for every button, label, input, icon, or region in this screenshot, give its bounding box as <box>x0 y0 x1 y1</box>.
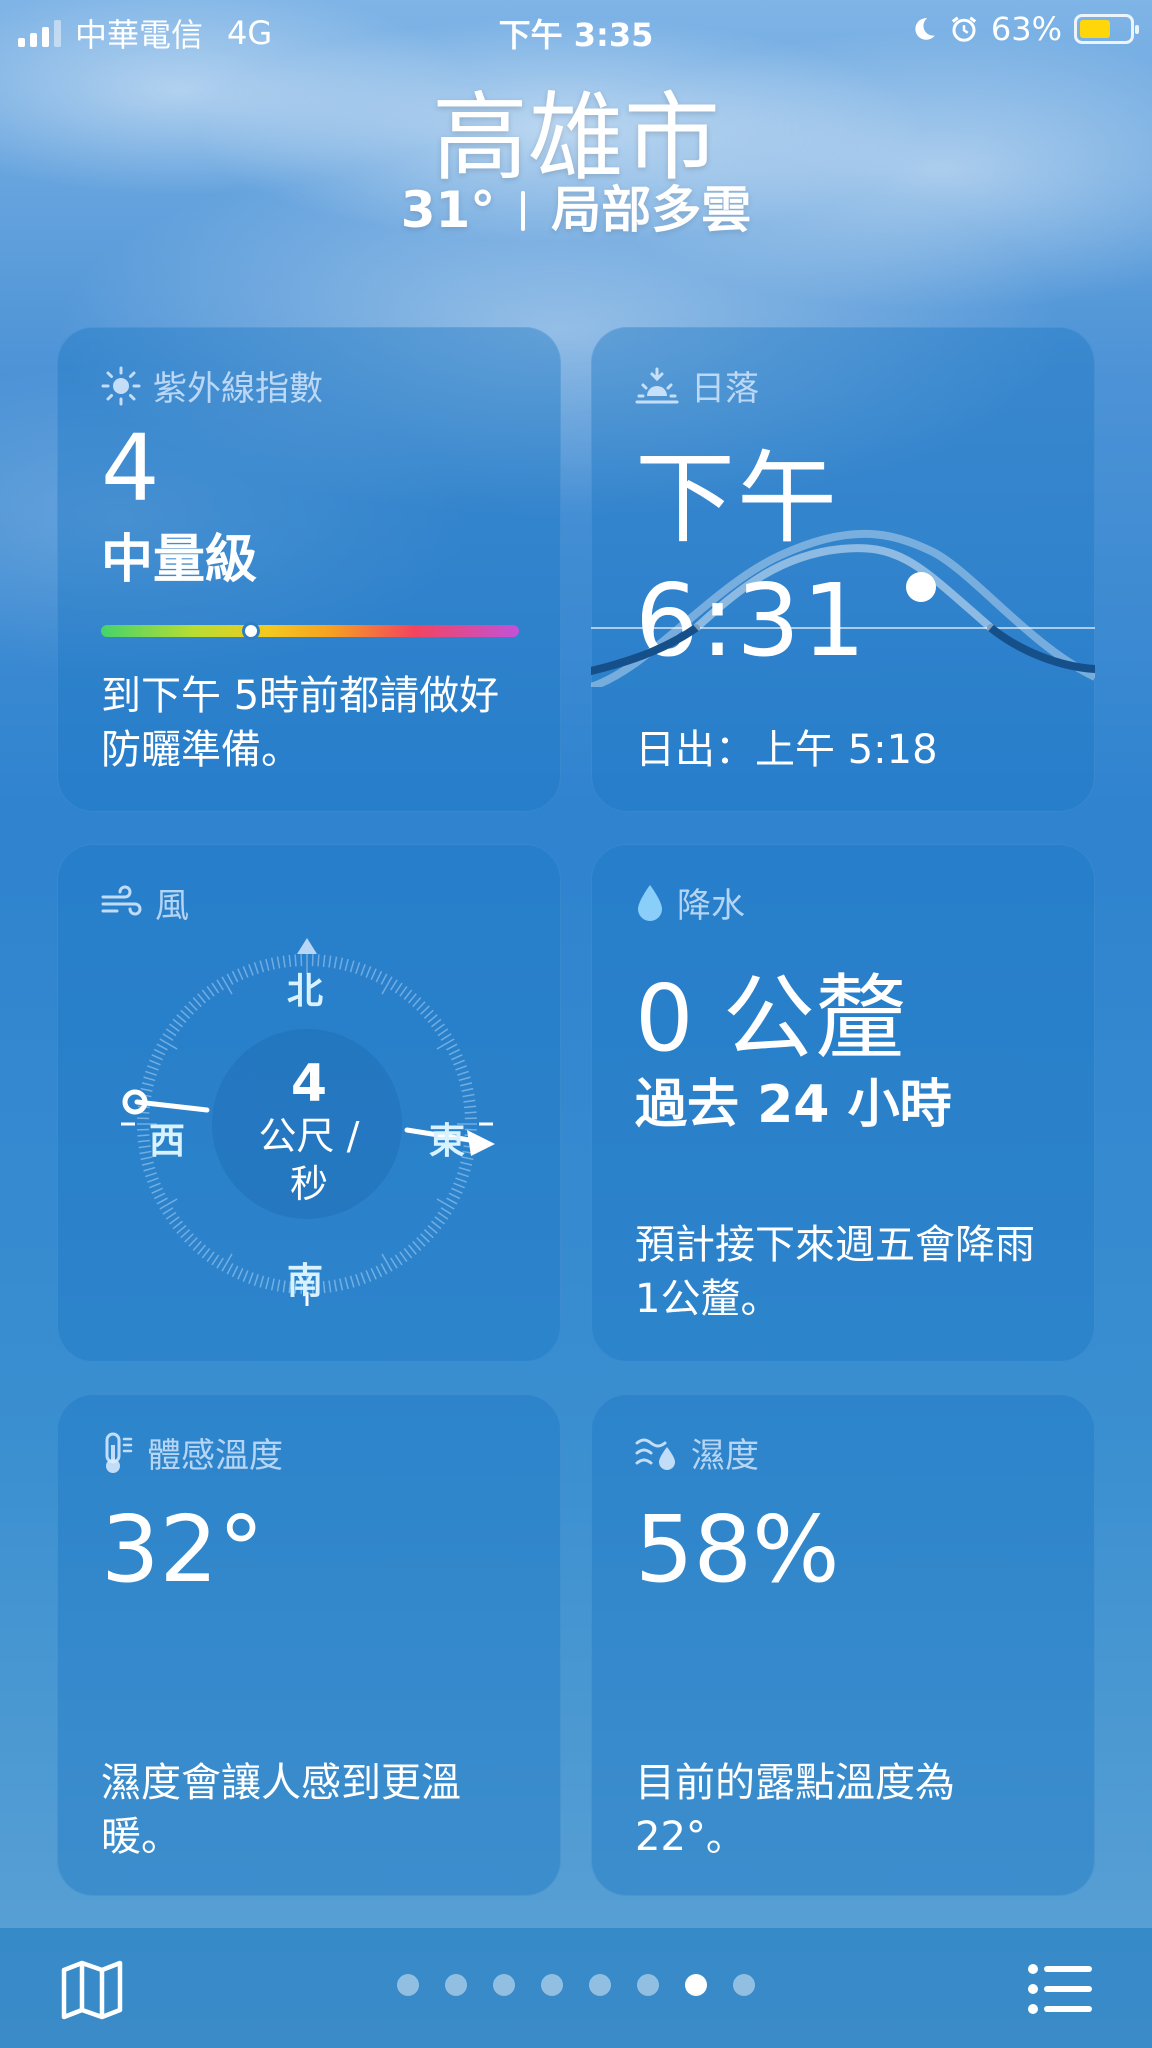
page-dot[interactable] <box>637 1974 659 1996</box>
sun-position-marker <box>906 572 936 602</box>
wind-card[interactable]: 風 北 南 東 西 4 公尺 / 秒 <box>57 844 561 1362</box>
wind-unit-text: 公尺 / 秒 <box>258 1114 360 1206</box>
sun-icon <box>101 366 141 405</box>
current-temperature: 31° <box>400 181 496 239</box>
bottom-toolbar <box>0 1928 1152 2048</box>
city-list-button[interactable] <box>1028 1964 1092 2018</box>
sun-path-graph <box>591 529 1095 687</box>
uv-card-header: 紫外線指數 <box>101 361 323 410</box>
humidity-icon <box>635 1438 675 1470</box>
feels-like-value: 32° <box>101 1496 265 1603</box>
uv-description: 到下午 5時前都請做好防曬準備。 <box>101 673 500 773</box>
compass-north-label: 北 <box>287 971 324 1012</box>
page-dot[interactable] <box>541 1974 563 1996</box>
precip-description: 預計接下來週五會降雨1公釐。 <box>635 1222 1035 1322</box>
compass-west-label: 西 <box>149 1121 186 1162</box>
precip-card-title: 降水 <box>677 886 745 926</box>
sunset-card-title: 日落 <box>691 369 759 409</box>
humidity-card-title: 濕度 <box>691 1436 759 1476</box>
precipitation-card[interactable]: 降水 0 公釐 過去 24 小時 預計接下來週五會降雨1公釐。 <box>591 844 1095 1362</box>
uv-value: 4 <box>101 415 160 522</box>
raindrop-icon <box>638 884 662 921</box>
page-dot[interactable] <box>445 1974 467 1996</box>
uv-card-title: 紫外線指數 <box>153 369 323 409</box>
moon-icon <box>915 18 935 40</box>
wind-speed-unit: 公尺 / 秒 <box>249 1112 369 1208</box>
precip-card-header: 降水 <box>635 878 745 927</box>
current-conditions: 31° 局部多雲 <box>0 170 1152 242</box>
sunset-card-header: 日落 <box>635 361 759 410</box>
status-bar: 中華電信 4G 下午 3:35 63% <box>0 0 1152 60</box>
status-right: 63% <box>911 10 1139 48</box>
precip-period: 過去 24 小時 <box>635 1075 952 1135</box>
wind-card-title: 風 <box>155 886 189 926</box>
precip-amount: 0 公釐 <box>635 965 907 1072</box>
humidity-description: 目前的露點溫度為22°。 <box>635 1760 955 1860</box>
sunrise-time: 日出：上午 5:18 <box>635 727 938 773</box>
compass-south-label: 南 <box>287 1261 324 1302</box>
thermometer-icon <box>105 1432 133 1473</box>
page-dot[interactable] <box>733 1974 755 1996</box>
sunset-icon <box>635 367 679 403</box>
feels-like-description: 濕度會讓人感到更溫暖。 <box>101 1760 461 1860</box>
humidity-card-header: 濕度 <box>635 1428 759 1477</box>
humidity-value: 58% <box>635 1496 840 1603</box>
wind-speed-value: 4 <box>290 1054 328 1114</box>
feels-card-title: 體感溫度 <box>147 1436 283 1476</box>
divider <box>521 191 526 231</box>
list-icon <box>1028 1964 1092 2014</box>
page-indicator[interactable] <box>0 1974 1152 1996</box>
sunset-card[interactable]: 日落 下午 6:31 日出：上午 5:18 <box>591 327 1095 812</box>
condition-text: 局部多雲 <box>551 181 752 239</box>
uv-index-card[interactable]: 紫外線指數 4 中量級 到下午 5時前都請做好防曬準備。 <box>57 327 561 812</box>
alarm-icon <box>951 16 977 42</box>
compass-east-label: 東 <box>429 1121 466 1162</box>
battery-icon <box>1074 14 1139 44</box>
uv-scale-bar <box>101 622 519 640</box>
feels-card-header: 體感溫度 <box>101 1428 283 1477</box>
page-dot[interactable] <box>589 1974 611 1996</box>
page-dot[interactable] <box>493 1974 515 1996</box>
wind-card-header: 風 <box>101 878 189 927</box>
humidity-card[interactable]: 濕度 58% 目前的露點溫度為22°。 <box>591 1394 1095 1896</box>
page-dot[interactable] <box>397 1974 419 1996</box>
battery-percent: 63% <box>990 10 1062 48</box>
uv-scale-indicator <box>242 622 261 640</box>
uv-level: 中量級 <box>101 530 258 590</box>
wind-icon <box>101 885 142 915</box>
page-dot[interactable] <box>685 1974 707 1996</box>
feels-like-card[interactable]: 體感溫度 32° 濕度會讓人感到更溫暖。 <box>57 1394 561 1896</box>
